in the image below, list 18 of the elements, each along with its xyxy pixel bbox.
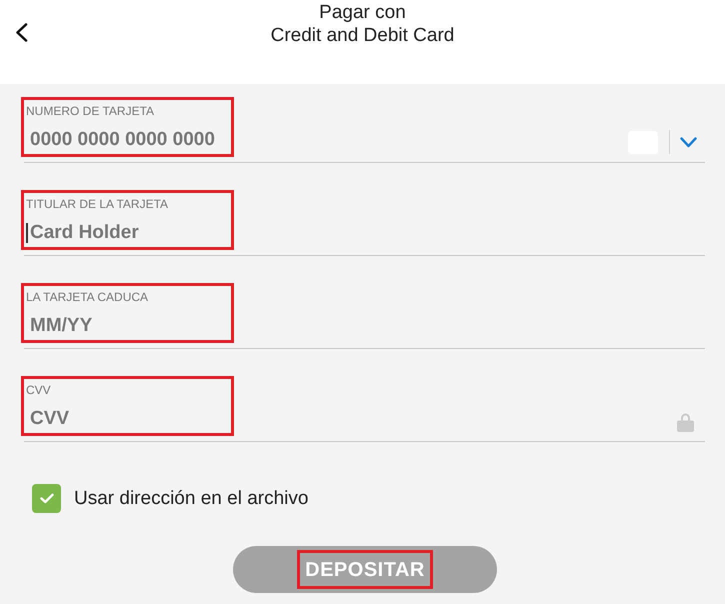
checkbox[interactable] (32, 484, 61, 513)
chevron-down-icon (680, 136, 697, 148)
page-title: Pagar con (319, 1, 406, 24)
input-field[interactable]: Card Holder (30, 221, 220, 245)
page-subtitle: Credit and Debit Card (270, 24, 454, 47)
input-field[interactable]: CVV (30, 407, 220, 431)
input-field[interactable]: MM/YY (30, 314, 220, 338)
field-label: TITULAR DE LA TARJETA (26, 197, 168, 211)
checkbox-label: Usar dirección en el archivo (74, 486, 308, 510)
field-label: LA TARJETA CADUCA (26, 290, 148, 304)
chevron-left-icon (14, 22, 28, 42)
lock-icon (677, 412, 694, 432)
card-type-dropdown-button[interactable] (669, 130, 697, 154)
field-label: NUMERO DE TARJETA (26, 104, 154, 118)
input-field[interactable]: 0000 0000 0000 0000 (30, 128, 220, 152)
back-button[interactable] (14, 22, 28, 42)
check-icon (40, 493, 54, 504)
field-label: CVV (26, 383, 51, 397)
